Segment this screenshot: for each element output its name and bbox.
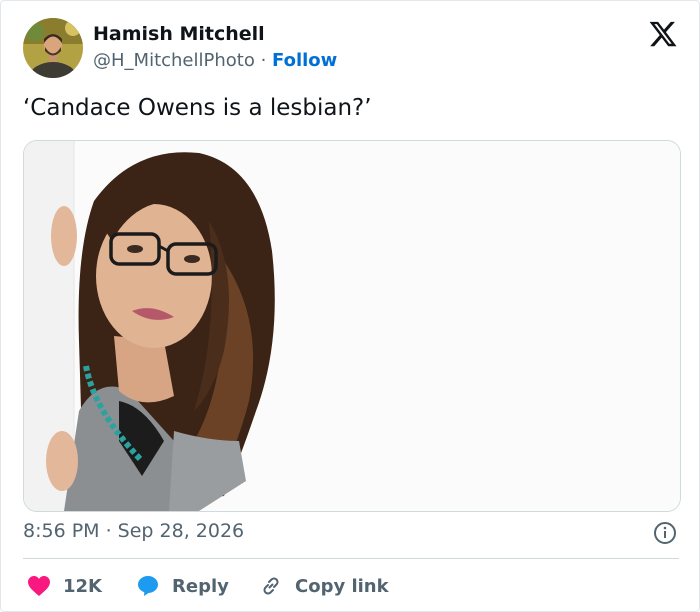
copy-link-button[interactable]: Copy link xyxy=(259,570,389,602)
portrait-photo xyxy=(24,141,680,511)
reply-label: Reply xyxy=(172,575,229,597)
copy-link-label: Copy link xyxy=(295,575,389,597)
divider xyxy=(23,558,679,559)
reply-bubble-icon xyxy=(138,576,158,596)
tweet-card: Hamish Mitchell @H_MitchellPhoto · Follo… xyxy=(0,0,700,612)
avatar-photo xyxy=(23,18,83,78)
heart-icon xyxy=(28,576,50,596)
tweet-timestamp[interactable]: 8:56 PM · Sep 28, 2026 xyxy=(23,520,244,542)
x-logo-icon[interactable] xyxy=(648,19,678,49)
like-count: 12K xyxy=(63,575,102,597)
author-handle-line: @H_MitchellPhoto · Follow xyxy=(93,50,337,71)
like-button[interactable]: 12K xyxy=(27,570,102,602)
reply-button[interactable]: Reply xyxy=(136,570,229,602)
author-handle[interactable]: @H_MitchellPhoto xyxy=(93,50,255,71)
tweet-media-image[interactable] xyxy=(23,140,681,512)
link-icon xyxy=(263,577,279,595)
follow-button[interactable]: Follow xyxy=(272,50,337,71)
handle-separator: · xyxy=(254,50,273,71)
tweet-text: ‘Candace Owens is a lesbian?’ xyxy=(23,95,372,121)
info-icon[interactable] xyxy=(653,521,677,545)
author-avatar[interactable] xyxy=(23,18,83,78)
author-name[interactable]: Hamish Mitchell xyxy=(93,23,265,45)
